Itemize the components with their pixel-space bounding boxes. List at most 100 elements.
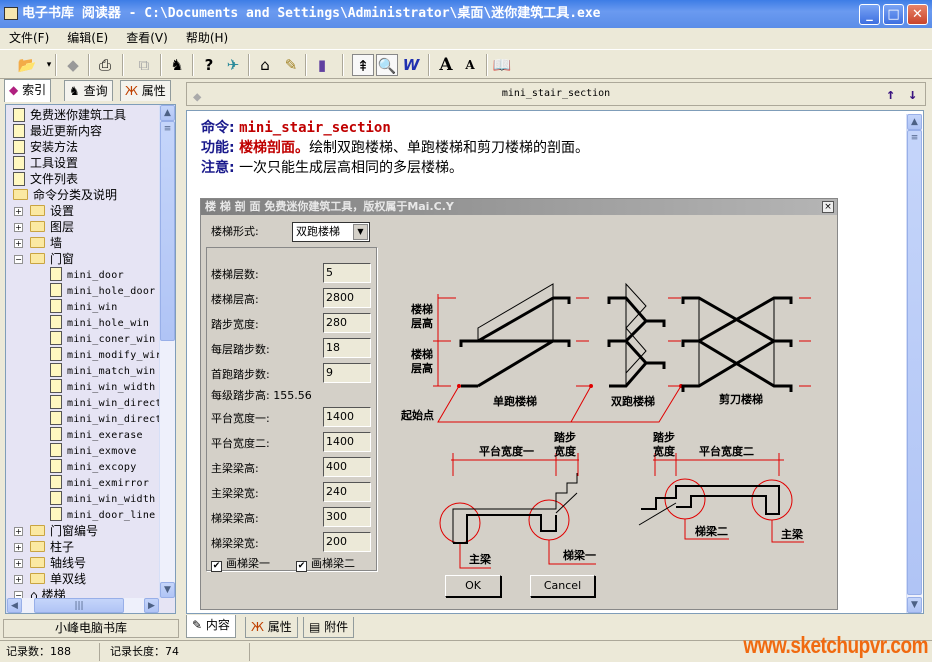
previous-topic-button[interactable]: ↑ bbox=[886, 83, 895, 105]
ok-button[interactable]: OK bbox=[445, 575, 501, 597]
tree-item[interactable]: mini_win_width bbox=[50, 491, 156, 507]
field-input[interactable]: 1400 bbox=[323, 407, 371, 427]
field-input[interactable]: 18 bbox=[323, 338, 371, 358]
field-input[interactable]: 200 bbox=[323, 532, 371, 552]
tree-item[interactable]: mini_modify_wir bbox=[50, 347, 162, 363]
scroll-thumb[interactable]: ≡ bbox=[907, 130, 922, 595]
menu-view[interactable]: 查看(V) bbox=[117, 28, 177, 48]
font-smaller-icon[interactable]: A bbox=[459, 54, 481, 76]
scroll-up-button[interactable]: ▲ bbox=[160, 105, 175, 121]
expand-toggle[interactable]: + bbox=[14, 527, 23, 536]
tree-item[interactable]: 门窗编号 bbox=[30, 523, 98, 539]
tab-attachments[interactable]: ▤ 附件 bbox=[303, 617, 355, 638]
menu-file[interactable]: 文件(F) bbox=[0, 28, 58, 48]
tree-item[interactable]: mini_win bbox=[50, 299, 118, 315]
tree-item[interactable]: 工具设置 bbox=[13, 155, 78, 171]
field-input[interactable]: 400 bbox=[323, 457, 371, 477]
tree-item[interactable]: mini_win_direct bbox=[50, 411, 162, 427]
help-icon[interactable]: ? bbox=[198, 54, 220, 76]
tree-item[interactable]: 单双线 bbox=[30, 571, 86, 587]
open-folder-icon[interactable]: 📂 bbox=[16, 54, 38, 76]
next-topic-button[interactable]: ↓ bbox=[908, 83, 917, 105]
tab-index[interactable]: ◆ 索引 bbox=[4, 79, 52, 102]
tree-item-label: mini_hole_win bbox=[67, 318, 150, 329]
tab-attributes[interactable]: Ж 属性 bbox=[245, 617, 298, 638]
stair-type-select[interactable]: 双跑楼梯 ▼ bbox=[292, 222, 370, 242]
tree-item[interactable]: mini_exmirror bbox=[50, 475, 149, 491]
field-input[interactable]: 5 bbox=[323, 263, 371, 283]
expand-toggle[interactable]: − bbox=[14, 255, 23, 264]
tree-item[interactable]: 图层 bbox=[30, 219, 74, 235]
dialog-close-button[interactable]: × bbox=[822, 201, 834, 213]
cancel-button[interactable]: Cancel bbox=[530, 575, 595, 597]
close-button[interactable]: ✕ bbox=[907, 4, 928, 25]
minimize-button[interactable]: _ bbox=[859, 4, 880, 25]
field-input[interactable]: 280 bbox=[323, 313, 371, 333]
tree-item[interactable]: mini_exerase bbox=[50, 427, 143, 443]
tree-item[interactable]: 墙 bbox=[30, 235, 62, 251]
tree-item[interactable]: mini_excopy bbox=[50, 459, 137, 475]
tree-item[interactable]: mini_exmove bbox=[50, 443, 137, 459]
tree-item[interactable]: mini_hole_win bbox=[50, 315, 149, 331]
tab-search[interactable]: ♞ 查询 bbox=[64, 80, 113, 101]
tree-item[interactable]: 免费迷你建筑工具 bbox=[13, 107, 126, 123]
bookmark-icon[interactable]: ▮ bbox=[311, 54, 333, 76]
draw-beam1-checkbox[interactable]: ✔ 画梯梁一 bbox=[211, 555, 270, 572]
tree-item[interactable]: 最近更新内容 bbox=[13, 123, 102, 139]
preview-icon[interactable]: 🔍 bbox=[376, 54, 398, 76]
scroll-right-button[interactable]: ▶ bbox=[144, 598, 159, 613]
tree-item[interactable]: mini_match_win bbox=[50, 363, 156, 379]
tree-item[interactable]: 文件列表 bbox=[13, 171, 78, 187]
tree-item[interactable]: 设置 bbox=[30, 203, 74, 219]
scroll-down-button[interactable]: ▼ bbox=[160, 582, 175, 598]
chevron-down-icon[interactable]: ▼ bbox=[353, 224, 368, 240]
home-icon[interactable]: ⌂ bbox=[254, 54, 276, 76]
menu-help[interactable]: 帮助(H) bbox=[177, 28, 237, 48]
find-icon[interactable]: ♞ bbox=[166, 54, 188, 76]
copy-icon[interactable]: ⧉ bbox=[133, 54, 155, 76]
tab-content[interactable]: ✎ 内容 bbox=[186, 615, 236, 638]
tree-item[interactable]: 柱子 bbox=[30, 539, 74, 555]
tree-item[interactable]: 命令分类及说明 bbox=[13, 187, 117, 203]
scroll-thumb[interactable]: ≡ bbox=[160, 121, 175, 341]
field-input[interactable]: 300 bbox=[323, 507, 371, 527]
tree-item[interactable]: 门窗 bbox=[30, 251, 74, 267]
menu-edit[interactable]: 编辑(E) bbox=[58, 28, 117, 48]
tree-item[interactable]: 安装方法 bbox=[13, 139, 78, 155]
tree-item[interactable]: mini_hole_door bbox=[50, 283, 156, 299]
expand-toggle[interactable]: + bbox=[14, 575, 23, 584]
scroll-up-button[interactable]: ▲ bbox=[907, 114, 922, 130]
expand-toggle[interactable]: + bbox=[14, 543, 23, 552]
book-icon[interactable]: ◆ bbox=[62, 54, 84, 76]
expand-toggle[interactable]: + bbox=[14, 207, 23, 216]
word-icon[interactable]: W bbox=[400, 54, 422, 76]
expand-toggle[interactable]: + bbox=[14, 239, 23, 248]
tree-item[interactable]: mini_door_line bbox=[50, 507, 156, 523]
tree-item[interactable]: 轴线号 bbox=[30, 555, 86, 571]
open-book-icon[interactable]: 📖 bbox=[491, 54, 513, 76]
tree-vertical-scrollbar[interactable]: ▲ ≡ ▼ bbox=[159, 105, 175, 598]
expand-toggle[interactable]: + bbox=[14, 223, 23, 232]
draw-beam2-checkbox[interactable]: ✔ 画梯梁二 bbox=[296, 555, 355, 572]
web-icon[interactable]: ✈ bbox=[222, 54, 244, 76]
field-input[interactable]: 240 bbox=[323, 482, 371, 502]
tree-item[interactable]: mini_win_direct bbox=[50, 395, 162, 411]
print-icon[interactable]: ⎙ bbox=[94, 54, 116, 76]
top-icon[interactable]: ⇞ bbox=[352, 54, 374, 76]
tab-properties[interactable]: Ж 属性 bbox=[120, 80, 171, 101]
tree-item[interactable]: mini_win_width bbox=[50, 379, 156, 395]
content-vertical-scrollbar[interactable]: ▲ ≡ ▼ bbox=[906, 114, 922, 613]
scroll-down-button[interactable]: ▼ bbox=[907, 597, 922, 613]
tree-item[interactable]: mini_door bbox=[50, 267, 124, 283]
expand-toggle[interactable]: + bbox=[14, 559, 23, 568]
edit-icon[interactable]: ✎ bbox=[280, 54, 302, 76]
field-input[interactable]: 9 bbox=[323, 363, 371, 383]
field-input[interactable]: 2800 bbox=[323, 288, 371, 308]
scroll-left-button[interactable]: ◀ bbox=[7, 598, 22, 613]
tree-item[interactable]: mini_coner_win bbox=[50, 331, 156, 347]
font-larger-icon[interactable]: A bbox=[435, 54, 457, 76]
field-input[interactable]: 1400 bbox=[323, 432, 371, 452]
hscroll-thumb[interactable]: ||| bbox=[34, 598, 124, 613]
maximize-button[interactable]: □ bbox=[883, 4, 904, 25]
tree-horizontal-scrollbar[interactable]: ◀ ||| ▶ bbox=[6, 598, 159, 613]
